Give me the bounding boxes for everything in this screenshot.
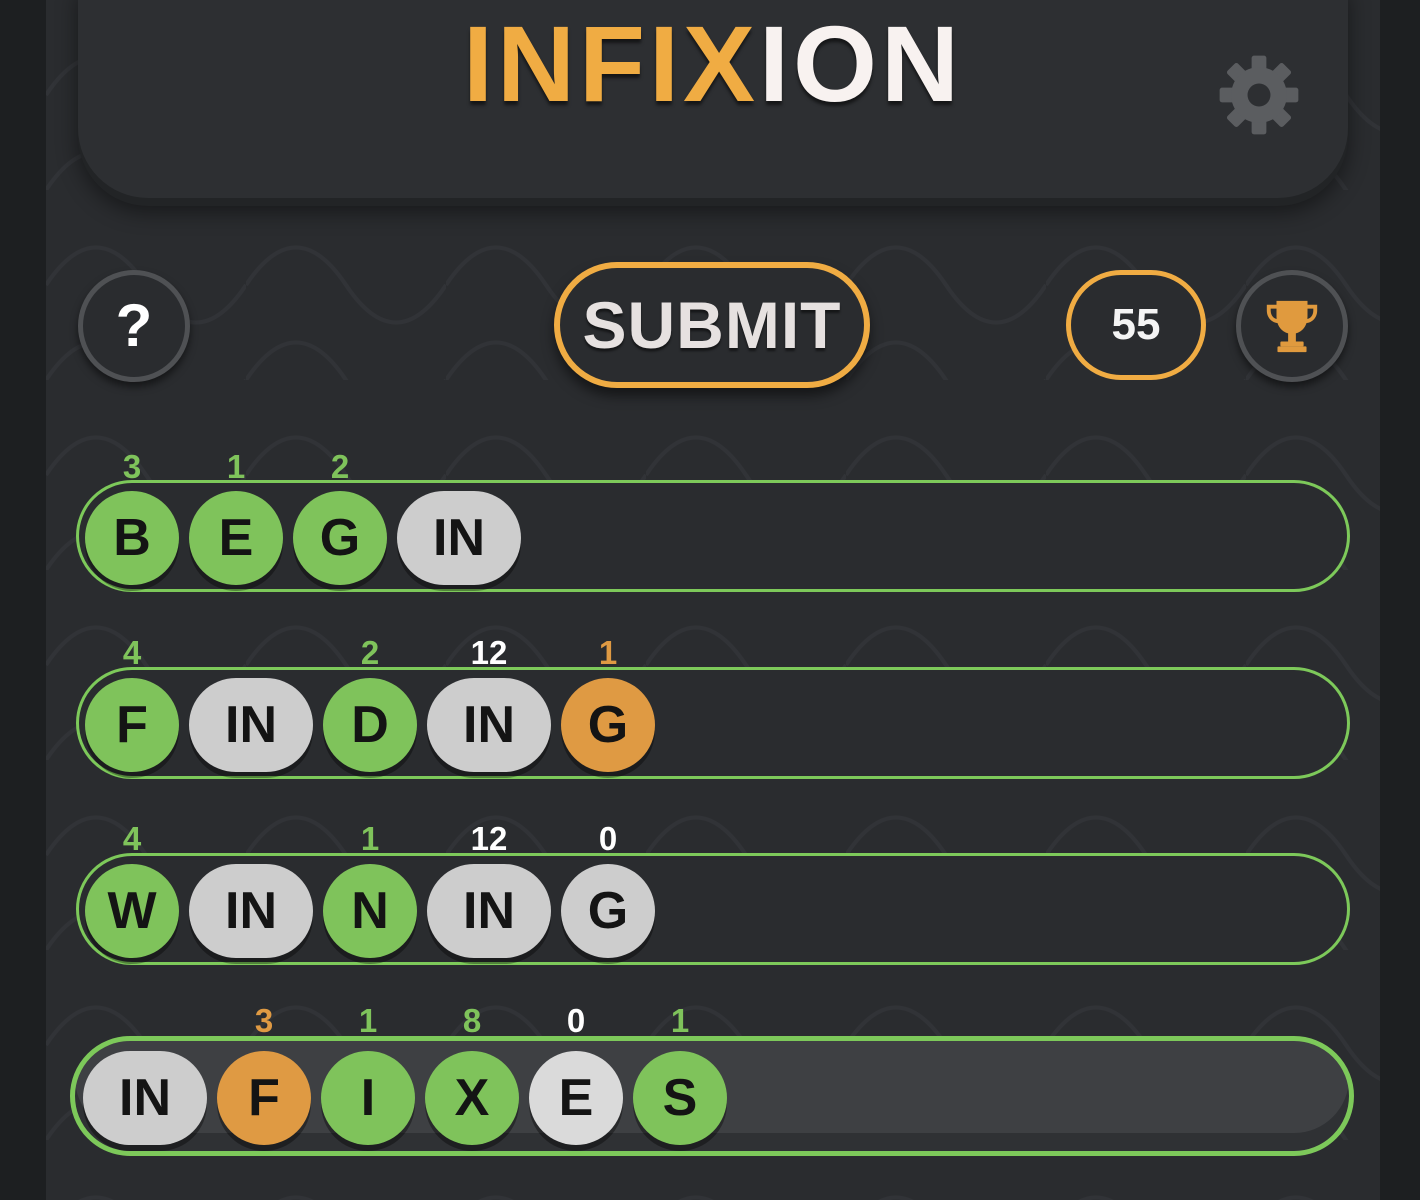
- letter-tile[interactable]: I: [321, 1051, 415, 1145]
- letter-tile[interactable]: IN: [83, 1051, 207, 1145]
- letter-count: 3: [122, 448, 142, 485]
- letter-tile[interactable]: IN: [189, 864, 313, 958]
- letter-tile[interactable]: B: [85, 491, 179, 585]
- letter-count: 3: [254, 1002, 274, 1039]
- letter-count: 1: [226, 448, 246, 485]
- current-guess-row[interactable]: IN F I X E S: [70, 1036, 1354, 1156]
- letter-tile[interactable]: E: [529, 1051, 623, 1145]
- letter-tile[interactable]: W: [85, 864, 179, 958]
- letter-tile[interactable]: F: [85, 678, 179, 772]
- letter-tile[interactable]: N: [323, 864, 417, 958]
- letter-count: 2: [330, 448, 350, 485]
- gear-icon[interactable]: [1218, 54, 1300, 136]
- letter-count: 12: [470, 820, 508, 857]
- letter-count: 2: [360, 634, 380, 671]
- letter-tile[interactable]: IN: [427, 864, 551, 958]
- header-bar: INFIXION: [78, 0, 1348, 198]
- trophy-icon: [1266, 300, 1318, 353]
- letter-tile[interactable]: IN: [397, 491, 521, 585]
- score-badge: 55: [1066, 270, 1206, 380]
- title-white-part: ION: [759, 3, 964, 124]
- letter-count: 1: [358, 1002, 378, 1039]
- letter-tile[interactable]: F: [217, 1051, 311, 1145]
- letter-count: 1: [598, 634, 618, 671]
- letter-tile[interactable]: X: [425, 1051, 519, 1145]
- game-title: INFIXION: [78, 10, 1348, 118]
- guess-row: W IN N IN G: [76, 853, 1350, 965]
- title-orange-part: INFIX: [462, 3, 759, 124]
- guess-row: B E G IN: [76, 480, 1350, 592]
- letter-count: 0: [598, 820, 618, 857]
- guess-row: F IN D IN G: [76, 667, 1350, 779]
- letter-count: 1: [670, 1002, 690, 1039]
- letter-tile[interactable]: G: [561, 678, 655, 772]
- letter-count: 1: [360, 820, 380, 857]
- letter-count: 8: [462, 1002, 482, 1039]
- help-label: ?: [115, 292, 153, 359]
- help-button[interactable]: ?: [78, 270, 190, 382]
- submit-button[interactable]: SUBMIT: [554, 262, 870, 388]
- letter-tile[interactable]: IN: [427, 678, 551, 772]
- letter-count: 4: [122, 820, 142, 857]
- letter-tile[interactable]: G: [561, 864, 655, 958]
- leaderboard-button[interactable]: [1236, 270, 1348, 382]
- letter-tile[interactable]: E: [189, 491, 283, 585]
- letter-count: 0: [566, 1002, 586, 1039]
- letter-tile[interactable]: D: [323, 678, 417, 772]
- letter-count: 12: [470, 634, 508, 671]
- letter-count: 4: [122, 634, 142, 671]
- letter-tile[interactable]: G: [293, 491, 387, 585]
- game-panel: INFIXION ? SUBMIT 55 B E G IN F IN D IN …: [46, 0, 1380, 1200]
- letter-tile[interactable]: S: [633, 1051, 727, 1145]
- letter-tile[interactable]: IN: [189, 678, 313, 772]
